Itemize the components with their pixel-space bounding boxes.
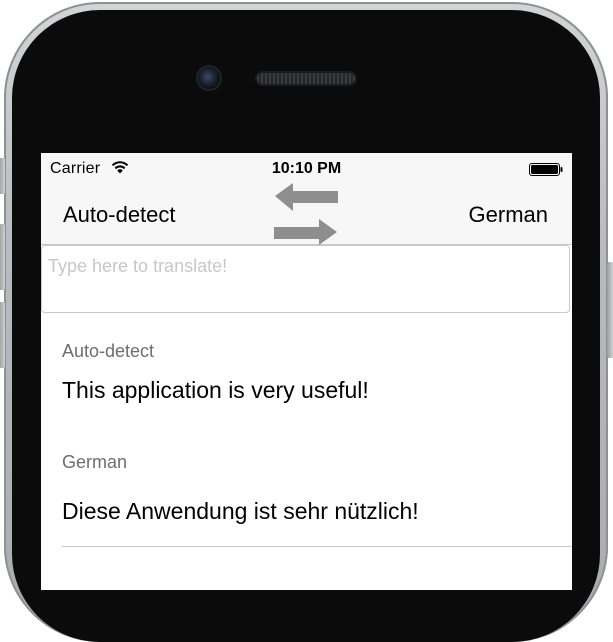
status-time: 10:10 PM — [271, 160, 342, 177]
translate-input-box[interactable] — [41, 245, 570, 313]
status-bar: Carrier 10:10 PM — [41, 153, 572, 183]
side-button-power — [607, 262, 613, 358]
source-result: Auto-detect This application is very use… — [62, 341, 572, 404]
earpiece-speaker — [257, 73, 355, 84]
target-language-label: German — [62, 452, 128, 472]
source-language-button[interactable]: Auto-detect — [63, 202, 176, 228]
front-camera-icon — [198, 67, 220, 89]
language-bar: Auto-detect German — [41, 183, 572, 245]
swap-arrows-icon[interactable] — [273, 183, 339, 245]
side-button-volume-down — [0, 302, 5, 368]
translate-input[interactable] — [48, 256, 558, 304]
app-screen: Carrier 10:10 PM Auto-detect German Auto… — [41, 153, 572, 590]
side-button-volume-up — [0, 224, 5, 290]
battery-icon — [529, 163, 563, 176]
source-text: This application is very useful! — [62, 377, 369, 403]
target-result: German Diese Anwendung ist sehr nützlich… — [62, 452, 572, 525]
result-divider — [62, 546, 572, 547]
target-language-button[interactable]: German — [469, 202, 548, 228]
side-button-mute — [0, 158, 5, 194]
target-text: Diese Anwendung ist sehr nützlich! — [62, 498, 419, 524]
source-language-label: Auto-detect — [62, 341, 155, 361]
